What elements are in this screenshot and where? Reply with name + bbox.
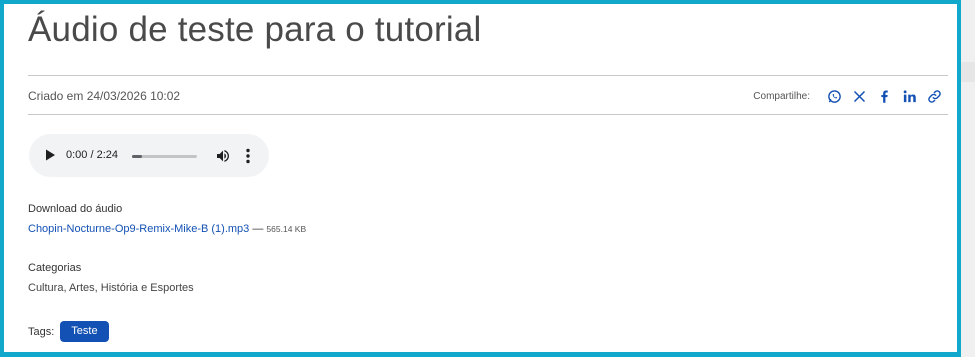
tag-teste[interactable]: Teste bbox=[60, 321, 109, 342]
page: Áudio de teste para o tutorial Criado em… bbox=[0, 0, 975, 357]
file-size: 565.14 KB bbox=[266, 224, 307, 234]
share-bar: Compartilhe: bbox=[753, 87, 943, 105]
volume-icon[interactable] bbox=[215, 148, 231, 164]
tags-label: Tags: bbox=[28, 325, 55, 338]
download-line: Chopin-Nocturne-Op9-Remix-Mike-B (1).mp3… bbox=[28, 223, 306, 235]
seek-slider-fill bbox=[132, 155, 142, 158]
more-options-icon[interactable] bbox=[242, 147, 254, 165]
created-date: Criado em 24/03/2026 10:02 bbox=[28, 89, 181, 103]
play-icon[interactable] bbox=[43, 148, 57, 162]
x-icon[interactable] bbox=[850, 87, 868, 105]
download-heading: Download do áudio bbox=[28, 203, 123, 215]
link-icon[interactable] bbox=[925, 87, 943, 105]
playback-time: 0:00 / 2:24 bbox=[66, 149, 118, 161]
share-label: Compartilhe: bbox=[753, 90, 810, 102]
tags-row: Tags: Teste bbox=[28, 321, 109, 342]
page-title: Áudio de teste para o tutorial bbox=[28, 10, 482, 49]
audio-player[interactable]: 0:00 / 2:24 bbox=[29, 134, 269, 177]
facebook-icon[interactable] bbox=[875, 87, 893, 105]
divider bbox=[28, 75, 948, 76]
categories-heading: Categorias bbox=[28, 262, 82, 274]
divider bbox=[28, 114, 948, 115]
page-frame bbox=[0, 0, 961, 357]
download-separator: — bbox=[249, 223, 267, 235]
seek-slider[interactable] bbox=[132, 155, 197, 158]
scrollbar-thumb[interactable] bbox=[961, 62, 975, 82]
categories-value: Cultura, Artes, História e Esportes bbox=[28, 282, 194, 294]
scrollbar[interactable] bbox=[961, 0, 975, 357]
linkedin-icon[interactable] bbox=[900, 87, 918, 105]
whatsapp-icon[interactable] bbox=[825, 87, 843, 105]
download-link[interactable]: Chopin-Nocturne-Op9-Remix-Mike-B (1).mp3 bbox=[28, 223, 249, 235]
